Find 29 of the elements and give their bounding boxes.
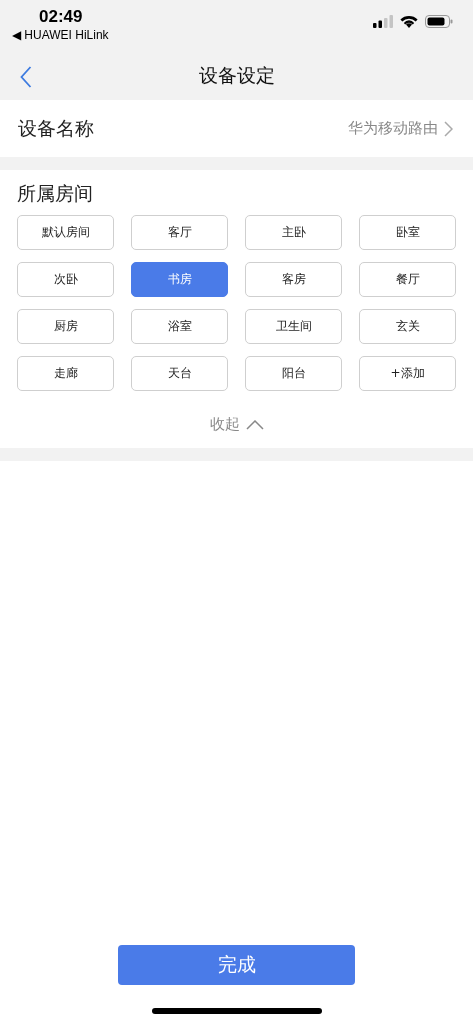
room-option[interactable]: 阳台 [245,356,342,391]
page-title: 设备设定 [198,63,275,88]
room-option[interactable]: 玄关 [359,309,456,344]
room-option[interactable]: +添加 [359,356,456,391]
room-option[interactable]: 主卧 [245,215,342,250]
room-option[interactable]: 客房 [245,262,342,297]
room-option[interactable]: 浴室 [131,309,228,344]
room-option[interactable]: 走廊 [17,356,114,391]
room-option[interactable]: 默认房间 [17,215,114,250]
device-name-value: 华为移动路由 [348,119,438,138]
device-name-row[interactable]: 设备名称 华为移动路由 [0,100,473,157]
room-option[interactable]: 书房 [131,262,228,297]
battery-icon [425,14,453,28]
back-to-app-link[interactable]: ◀ HUAWEI HiLink [12,27,109,43]
done-button[interactable]: 完成 [118,945,355,985]
collapse-toggle[interactable]: 收起 [205,411,268,438]
room-option[interactable]: 客厅 [131,215,228,250]
room-option[interactable]: 次卧 [17,262,114,297]
room-option[interactable]: 卧室 [359,215,456,250]
signal-icon [373,14,393,28]
room-option[interactable]: 餐厅 [359,262,456,297]
section-title: 所属房间 [17,181,94,206]
chevron-right-icon [444,120,453,137]
status-time: 02:49 [39,7,84,27]
room-option[interactable]: 卫生间 [245,309,342,344]
room-option[interactable]: 厨房 [17,309,114,344]
device-name-label: 设备名称 [18,115,94,141]
room-option[interactable]: 天台 [131,356,228,391]
wifi-icon [400,14,418,28]
